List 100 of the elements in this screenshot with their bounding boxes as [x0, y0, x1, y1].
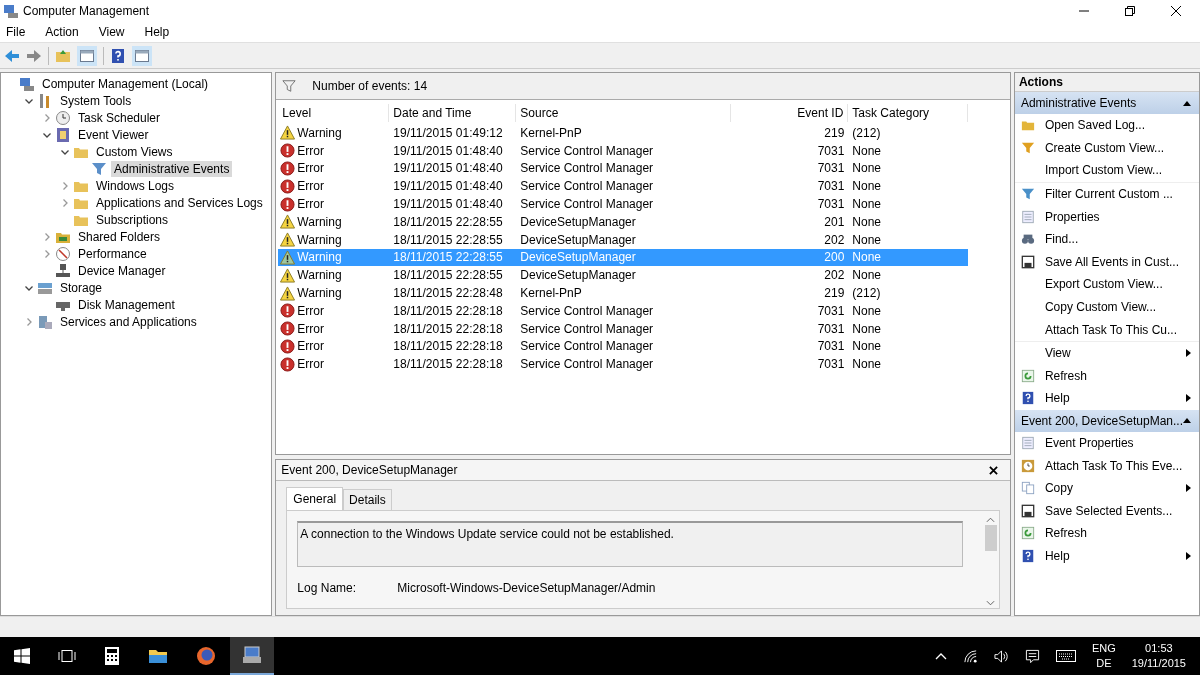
forward-arrow-icon[interactable] [26, 47, 42, 64]
column-header[interactable]: Level [278, 104, 390, 122]
event-row[interactable]: Error 19/11/2015 01:48:40 Service Control Manager 7031 None [278, 177, 969, 196]
tree-item[interactable]: Services and Applications [57, 313, 200, 330]
menu-item[interactable]: Action [43, 25, 81, 39]
command-entry[interactable]: Attach Task To This Cu... [1014, 318, 1199, 341]
tree-item[interactable]: Windows Logs [93, 177, 178, 194]
command-entry[interactable]: Save All Events in Cust... [1014, 250, 1199, 274]
command-entry[interactable]: Save Selected Events... [1014, 499, 1199, 523]
source-text: Service Control Manager [519, 321, 655, 336]
command-entry[interactable]: Refresh [1014, 364, 1199, 388]
task-view-icon[interactable] [58, 649, 76, 663]
event-row[interactable]: Error 19/11/2015 01:48:40 Service Control Manager 7031 None [278, 159, 969, 178]
pane-toggle-icon[interactable] [77, 45, 97, 66]
speaker-icon[interactable] [993, 648, 1009, 664]
event-row[interactable]: Error 18/11/2015 22:28:18 Service Control Manager 7031 None [278, 301, 969, 320]
date-time: 19/11/2015 01:49:12 [392, 125, 504, 140]
menu-item[interactable]: File [4, 25, 28, 39]
wifi-icon[interactable] [962, 648, 978, 664]
command-entry[interactable]: Export Custom View... [1014, 273, 1199, 296]
close-icon[interactable] [988, 465, 998, 475]
close-icon[interactable] [1170, 5, 1182, 17]
tree-item[interactable]: Event Viewer [75, 126, 152, 143]
command-entry[interactable]: Refresh [1014, 522, 1199, 545]
section-header[interactable]: Administrative Events [1014, 92, 1199, 114]
column-header[interactable]: Event ID [731, 104, 849, 122]
collapse-triangle-icon[interactable] [1183, 100, 1191, 106]
tree-item[interactable]: Storage [57, 279, 106, 296]
column-header[interactable]: Date and Time [389, 104, 517, 122]
command-entry[interactable]: Filter Current Custom ... [1014, 182, 1199, 206]
command-entry[interactable]: Help [1014, 387, 1199, 410]
tree-item[interactable]: Subscriptions [93, 211, 172, 228]
tree-item[interactable]: System Tools [57, 92, 135, 109]
chevron-up-icon[interactable] [934, 652, 947, 660]
calculator-icon[interactable] [104, 646, 120, 666]
command-entry[interactable]: Import Custom View... [1014, 159, 1199, 182]
tree-item[interactable]: Computer Management (Local) [39, 75, 212, 92]
event-id: 7031 [816, 321, 846, 336]
tab[interactable]: General [286, 487, 344, 510]
event-row[interactable]: Warning 18/11/2015 22:28:55 DeviceSetupManager 202 None [278, 230, 969, 249]
source-text: Service Control Manager [519, 143, 655, 158]
help-icon[interactable] [110, 47, 126, 64]
scroll-down-icon[interactable] [986, 600, 996, 606]
menu-item[interactable]: View [96, 25, 127, 39]
event-row[interactable]: Warning 18/11/2015 22:28:55 DeviceSetupManager 202 None [278, 266, 969, 285]
maximize-icon[interactable] [1124, 5, 1136, 17]
command-entry[interactable]: Create Custom View... [1014, 136, 1199, 160]
command-entry[interactable]: Copy Custom View... [1014, 295, 1199, 319]
command-entry[interactable]: Open Saved Log... [1014, 114, 1199, 137]
event-id: 7031 [816, 179, 846, 194]
section-header[interactable]: Event 200, DeviceSetupMan... [1014, 409, 1199, 432]
command-entry[interactable]: Help [1014, 544, 1199, 568]
command-entry[interactable]: Properties [1014, 205, 1199, 228]
funnel-icon[interactable] [282, 79, 297, 93]
back-arrow-icon[interactable] [4, 47, 20, 64]
language-indicator[interactable]: ENG DE [1083, 641, 1124, 671]
date-time: 18/11/2015 22:28:55 [392, 268, 504, 283]
windows-start-icon[interactable] [14, 648, 30, 664]
pane-toggle-icon[interactable] [132, 45, 152, 66]
keyboard-icon[interactable] [1055, 650, 1076, 662]
level-text: Warning [297, 250, 342, 265]
level-text: Warning [297, 232, 342, 247]
command-entry[interactable]: View [1014, 341, 1199, 365]
menu-item[interactable]: Help [142, 25, 172, 39]
folder-icon[interactable] [148, 648, 168, 664]
event-row[interactable]: Warning 18/11/2015 22:28:55 DeviceSetupManager 201 None [278, 213, 969, 231]
level-text: Error [297, 303, 325, 318]
tree-item[interactable]: Administrative Events [111, 160, 233, 177]
event-row[interactable]: Error 19/11/2015 01:48:40 Service Control Manager 7031 None [278, 141, 969, 160]
browser-icon[interactable] [196, 646, 216, 666]
clock[interactable]: 01:53 19/11/2015 [1123, 641, 1200, 671]
scroll-up-icon[interactable] [986, 517, 996, 523]
event-row[interactable]: Warning 19/11/2015 01:49:12 Kernel-PnP 219 (212) [278, 124, 969, 142]
command-entry[interactable]: Copy [1014, 476, 1199, 500]
event-row[interactable]: Error 18/11/2015 22:28:18 Service Control Manager 7031 None [278, 319, 969, 338]
task-category: None [851, 268, 883, 283]
scroll-thumb[interactable] [984, 525, 997, 551]
notification-icon[interactable] [1024, 648, 1040, 664]
event-row[interactable]: Warning 18/11/2015 22:28:48 Kernel-PnP 219 (212) [278, 284, 969, 302]
tree-item[interactable]: Performance [75, 245, 150, 262]
tab[interactable]: Details [343, 489, 392, 510]
collapse-triangle-icon[interactable] [1183, 418, 1191, 424]
tree-item[interactable]: Task Scheduler [75, 109, 164, 126]
tree-item[interactable]: Shared Folders [75, 228, 164, 245]
tree-item[interactable]: Custom Views [93, 143, 176, 160]
event-row[interactable]: Error 19/11/2015 01:48:40 Service Control Manager 7031 None [278, 195, 969, 213]
tree-item[interactable]: Disk Management [75, 296, 178, 313]
error-icon [280, 321, 296, 337]
event-row[interactable]: Error 18/11/2015 22:28:18 Service Control Manager 7031 None [278, 355, 969, 374]
tree-item[interactable]: Device Manager [75, 262, 169, 279]
tree-item[interactable]: Applications and Services Logs [93, 194, 266, 211]
column-header[interactable]: Task Category [848, 104, 969, 122]
command-entry[interactable]: Event Properties [1014, 431, 1199, 455]
taskbar-app-button[interactable] [230, 637, 274, 675]
column-header[interactable]: Source [516, 104, 732, 122]
clock-icon [55, 109, 71, 126]
command-entry[interactable]: Attach Task To This Eve... [1014, 454, 1199, 477]
command-entry[interactable]: Find... [1014, 227, 1199, 251]
level-text: Error [297, 179, 325, 194]
event-row[interactable]: Error 18/11/2015 22:28:18 Service Control Manager 7031 None [278, 337, 969, 356]
